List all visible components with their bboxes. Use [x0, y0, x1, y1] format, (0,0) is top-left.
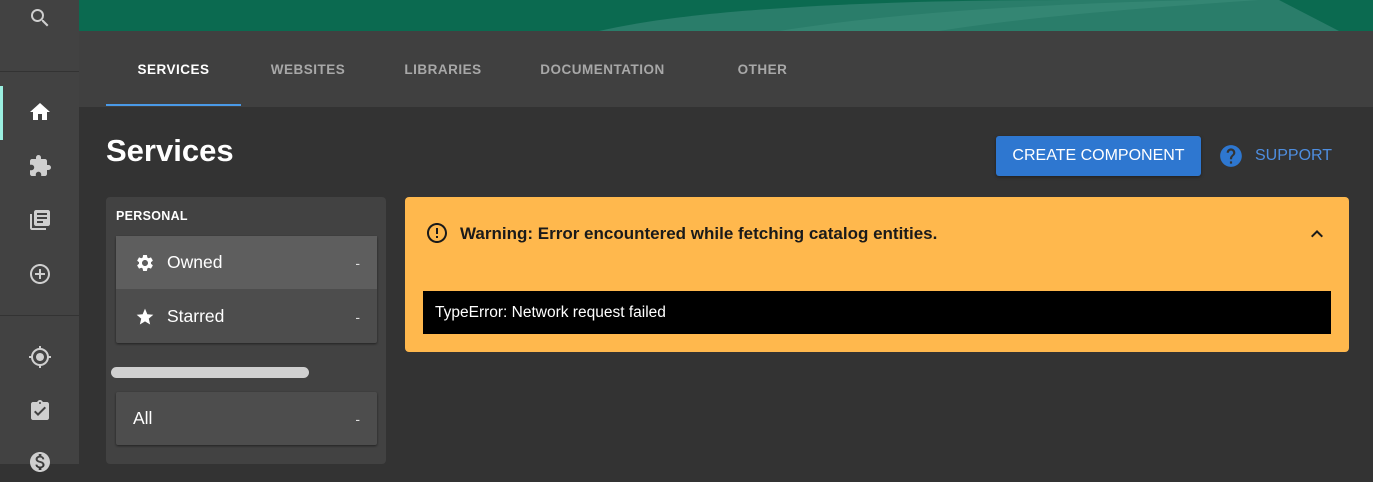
filter-all-label: All — [133, 408, 153, 428]
filter-owned-count: - — [355, 254, 360, 271]
nav-apis[interactable] — [0, 146, 79, 186]
redacted-heading — [111, 367, 309, 378]
nav-search[interactable] — [0, 0, 79, 38]
warning-title: Warning: Error encountered while fetchin… — [460, 224, 938, 243]
add-circle-icon — [29, 264, 50, 284]
warning-detail-text: TypeError: Network request failed — [435, 303, 666, 321]
create-component-button[interactable]: CREATE COMPONENT — [996, 136, 1201, 176]
warning-detail: TypeError: Network request failed — [423, 291, 1331, 334]
nav-divider — [0, 71, 79, 72]
crosshair-icon — [28, 346, 51, 368]
tab-libraries[interactable]: LIBRARIES — [375, 31, 511, 107]
nav-create[interactable] — [0, 254, 79, 294]
home-icon — [29, 103, 50, 120]
org-filter-card: All - — [116, 392, 377, 445]
warning-panel: Warning: Error encountered while fetchin… — [405, 197, 1349, 352]
library-icon — [29, 210, 50, 230]
filter-all[interactable]: All - — [116, 392, 377, 445]
support-button[interactable]: SUPPORT — [1218, 136, 1332, 176]
tab-websites[interactable]: WEBSITES — [241, 31, 375, 107]
header-banner — [79, 0, 1373, 31]
personal-filter-card: Owned - Starred - — [116, 236, 377, 343]
filter-owned-label: Owned — [167, 252, 223, 272]
help-icon — [1220, 145, 1242, 167]
filter-starred-label: Starred — [167, 306, 225, 326]
tab-other[interactable]: OTHER — [694, 31, 831, 107]
filter-all-count: - — [355, 410, 360, 427]
gear-icon — [135, 253, 155, 273]
chevron-up-icon[interactable] — [1305, 222, 1329, 246]
error-outline-icon — [427, 223, 447, 243]
nav-tech-radar[interactable] — [0, 337, 79, 377]
nav-divider — [0, 315, 79, 316]
assignment-check-icon — [30, 400, 49, 420]
nav-scorecards[interactable] — [0, 391, 79, 431]
nav-cost[interactable] — [0, 442, 79, 482]
filter-starred-count: - — [355, 308, 360, 325]
sidebar-nav — [0, 0, 79, 472]
puzzle-icon — [29, 155, 51, 176]
dollar-icon — [29, 452, 50, 472]
page-title: Services — [106, 133, 234, 168]
tab-services[interactable]: SERVICES — [106, 31, 241, 107]
nav-home[interactable] — [0, 92, 79, 132]
personal-heading: PERSONAL — [116, 209, 188, 223]
active-tab-indicator — [106, 104, 241, 106]
tab-documentation[interactable]: DOCUMENTATION — [511, 31, 694, 107]
nav-docs[interactable] — [0, 200, 79, 240]
tab-bar: SERVICES WEBSITES LIBRARIES DOCUMENTATIO… — [79, 31, 1373, 107]
filter-starred[interactable]: Starred - — [116, 290, 377, 343]
support-label: SUPPORT — [1255, 147, 1333, 164]
star-icon — [135, 307, 155, 327]
filter-owned[interactable]: Owned - — [116, 236, 377, 289]
search-icon — [30, 9, 48, 27]
